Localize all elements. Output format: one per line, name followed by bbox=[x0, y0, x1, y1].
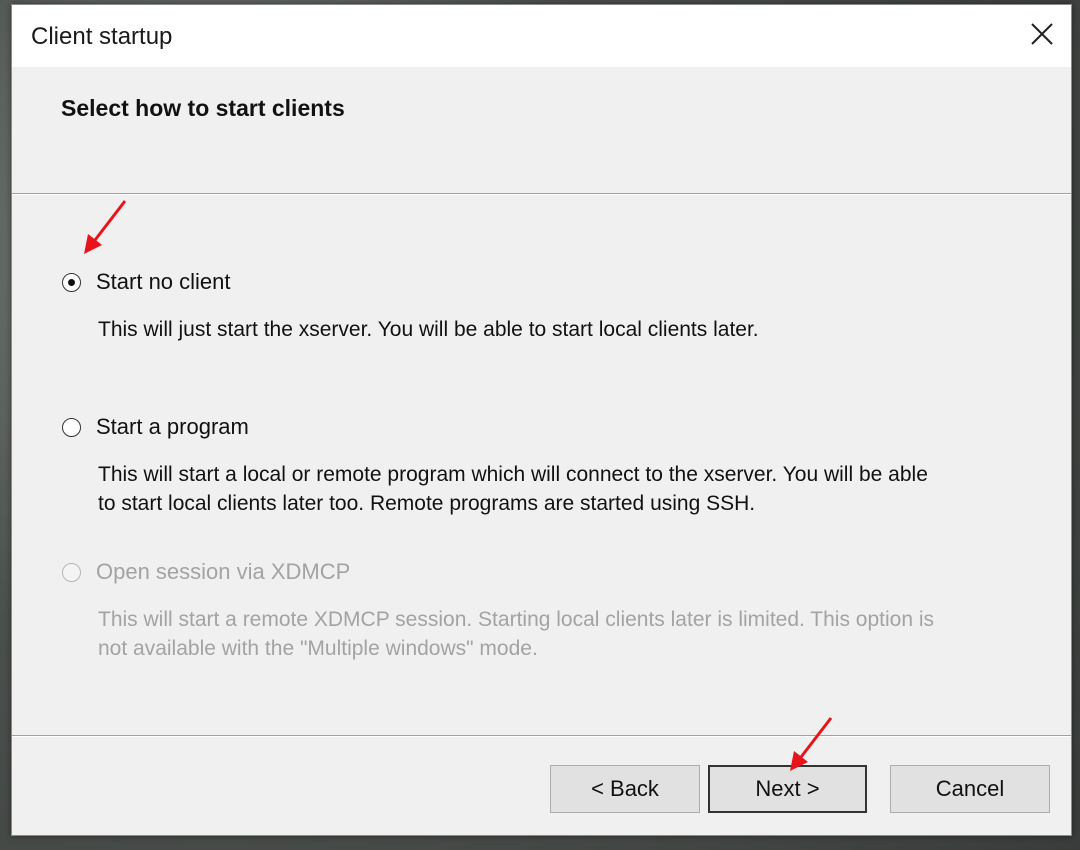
footer-divider bbox=[12, 735, 1071, 737]
option-start-a-program[interactable]: Start a program bbox=[62, 414, 249, 440]
back-button[interactable]: < Back bbox=[550, 765, 700, 813]
option-description: This will just start the xserver. You wi… bbox=[98, 318, 759, 341]
radio-open-session-xdmcp[interactable] bbox=[62, 562, 81, 582]
wizard-header: Select how to start clients bbox=[12, 67, 1071, 193]
option-open-session-xdmcp[interactable]: Open session via XDMCP bbox=[62, 559, 350, 585]
client-startup-dialog: Client startup Select how to start clien… bbox=[11, 4, 1072, 836]
close-icon bbox=[1030, 22, 1054, 51]
option-description: This will start a remote XDMCP session. … bbox=[98, 608, 935, 660]
option-label: Start no client bbox=[96, 269, 231, 294]
header-divider bbox=[12, 193, 1071, 195]
radio-start-a-program[interactable] bbox=[62, 417, 81, 437]
cancel-button[interactable]: Cancel bbox=[890, 765, 1050, 813]
page-title: Select how to start clients bbox=[61, 95, 345, 121]
window-title: Client startup bbox=[31, 23, 173, 50]
option-start-no-client[interactable]: Start no client bbox=[62, 269, 231, 295]
option-label: Open session via XDMCP bbox=[96, 559, 351, 584]
next-button[interactable]: Next > bbox=[708, 765, 867, 813]
option-label: Start a program bbox=[96, 414, 249, 439]
option-description: This will start a local or remote progra… bbox=[98, 463, 928, 515]
radio-start-no-client[interactable] bbox=[62, 272, 81, 292]
title-bar: Client startup bbox=[12, 5, 1071, 67]
close-button[interactable] bbox=[1013, 5, 1071, 67]
